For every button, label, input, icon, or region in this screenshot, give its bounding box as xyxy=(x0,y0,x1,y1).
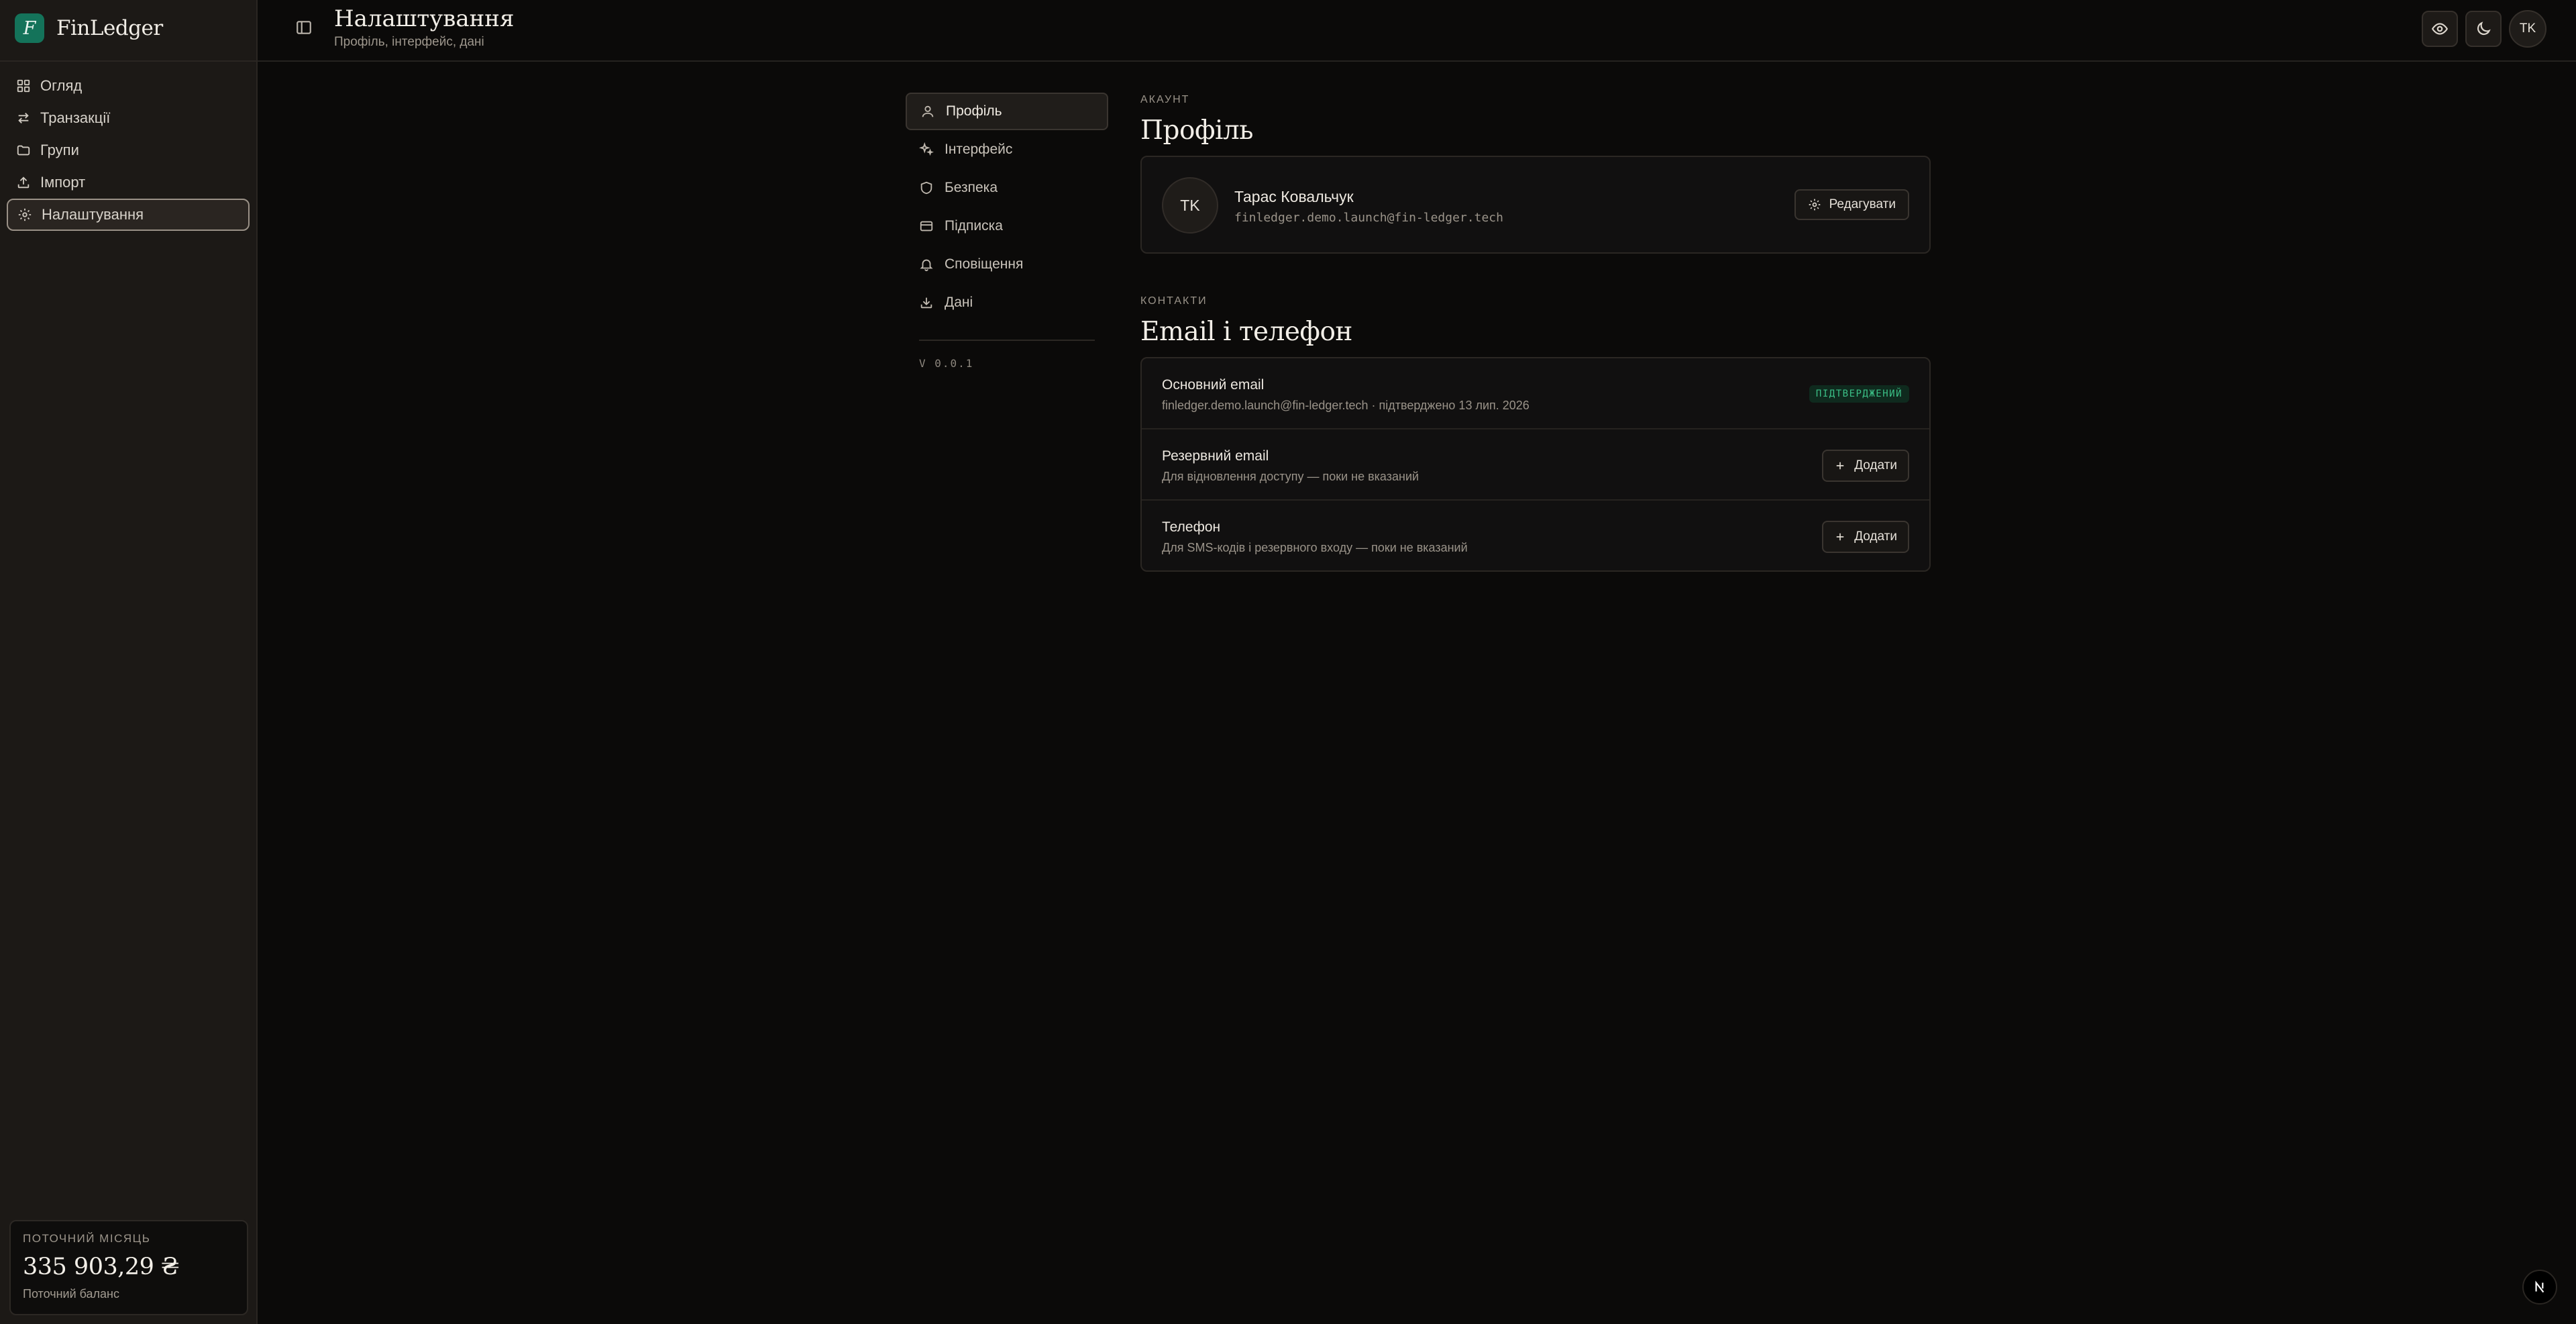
contact-row-backup-email: Резервний email Для відновлення доступу … xyxy=(1142,429,1929,501)
user-icon xyxy=(920,104,935,119)
sidebar-item-import[interactable]: Імпорт xyxy=(7,166,250,199)
balance-caption: ПОТОЧНИЙ МІСЯЦЬ xyxy=(23,1232,151,1245)
add-button-label: Додати xyxy=(1854,458,1897,472)
edit-button-label: Редагувати xyxy=(1829,197,1896,211)
sidebar-nav: Огляд Транзакції Групи Імпорт Налаштуван… xyxy=(7,70,250,231)
page-subtitle: Профіль, інтерфейс, дані xyxy=(334,35,484,49)
sidebar-item-overview[interactable]: Огляд xyxy=(7,70,250,102)
sidebar-item-label: Імпорт xyxy=(40,174,86,191)
settings-tab-label: Безпека xyxy=(945,180,998,195)
settings-tab-security[interactable]: Безпека xyxy=(906,169,1108,207)
download-icon xyxy=(919,295,934,310)
sidebar-item-label: Групи xyxy=(40,142,79,158)
settings-nav-divider xyxy=(919,340,1095,341)
balance-card: ПОТОЧНИЙ МІСЯЦЬ 335 903,29 ₴ Поточний ба… xyxy=(9,1220,248,1315)
add-button-label: Додати xyxy=(1854,529,1897,544)
settings-tab-label: Сповіщення xyxy=(945,256,1024,272)
sidebar-item-groups[interactable]: Групи xyxy=(7,134,250,166)
contacts-section-label: КОНТАКТИ xyxy=(1140,295,1208,307)
brand-logo: F xyxy=(15,13,44,43)
contacts-section-title: Email і телефон xyxy=(1140,317,1352,347)
toggle-visibility-button[interactable] xyxy=(2422,11,2458,47)
sidebar-item-transactions[interactable]: Транзакції xyxy=(7,102,250,134)
settings-tab-subscription[interactable]: Підписка xyxy=(906,207,1108,245)
contact-description: finledger.demo.launch@fin-ledger.tech · … xyxy=(1162,399,1529,412)
sidebar-divider xyxy=(0,60,256,62)
profile-name: Тарас Ковальчук xyxy=(1234,188,1354,205)
plus-icon xyxy=(1834,531,1846,543)
contact-description: Для відновлення доступу — поки не вказан… xyxy=(1162,470,1419,483)
nextjs-dev-indicator-button[interactable] xyxy=(2522,1270,2557,1305)
app-version: V 0.0.1 xyxy=(919,357,974,370)
settings-tab-profile[interactable]: Профіль xyxy=(906,93,1108,130)
sidebar-item-label: Транзакції xyxy=(40,109,111,126)
sidebar-item-label: Налаштування xyxy=(42,206,144,223)
plus-icon xyxy=(1834,460,1846,472)
contact-title: Резервний email xyxy=(1162,448,1269,464)
status-badge: ПІДТВЕРДЖЕНИЙ xyxy=(1809,385,1909,403)
gear-icon xyxy=(1808,198,1821,211)
gear-icon xyxy=(17,207,32,222)
avatar: TK xyxy=(1162,177,1218,234)
contact-title: Телефон xyxy=(1162,519,1221,535)
balance-label: Поточний баланс xyxy=(23,1287,119,1301)
theme-toggle-button[interactable] xyxy=(2465,11,2502,47)
folder-icon xyxy=(16,143,31,158)
page-title: Налаштування xyxy=(334,5,515,32)
sidebar-item-settings[interactable]: Налаштування xyxy=(7,199,250,231)
settings-tab-label: Дані xyxy=(945,295,973,310)
balance-value: 335 903,29 ₴ xyxy=(23,1254,179,1280)
credit-card-icon xyxy=(919,219,934,234)
settings-tab-interface[interactable]: Інтерфейс xyxy=(906,131,1108,168)
sparkles-icon xyxy=(919,142,934,157)
sidebar-toggle-button[interactable] xyxy=(295,19,313,36)
profile-section-label: АКАУНТ xyxy=(1140,94,1190,105)
sidebar-panel-icon xyxy=(295,19,313,36)
arrows-exchange-icon xyxy=(16,111,31,125)
contact-description: Для SMS-кодів і резервного входу — поки … xyxy=(1162,541,1468,554)
profile-section-title: Профіль xyxy=(1140,115,1253,146)
add-backup-email-button[interactable]: Додати xyxy=(1822,450,1909,482)
grid-icon xyxy=(16,79,31,93)
edit-profile-button[interactable]: Редагувати xyxy=(1794,189,1909,220)
brand[interactable]: F FinLedger xyxy=(15,13,163,43)
contact-row-phone: Телефон Для SMS-кодів і резервного входу… xyxy=(1142,501,1929,572)
settings-tab-label: Підписка xyxy=(945,218,1003,234)
nextjs-logo-icon xyxy=(2531,1278,2548,1296)
shield-icon xyxy=(919,181,934,195)
sidebar: F FinLedger Огляд Транзакції Групи Імпор… xyxy=(0,0,258,1324)
settings-nav: Профіль Інтерфейс Безпека Підписка Спові… xyxy=(906,93,1108,370)
contacts-card: Основний email finledger.demo.launch@fin… xyxy=(1140,357,1931,572)
profile-email: finledger.demo.launch@fin-ledger.tech xyxy=(1234,211,1503,225)
moon-icon xyxy=(2475,20,2492,38)
top-header: Налаштування Профіль, інтерфейс, дані TK xyxy=(258,0,2576,62)
sidebar-item-label: Огляд xyxy=(40,77,83,94)
contact-title: Основний email xyxy=(1162,377,1265,393)
eye-icon xyxy=(2431,20,2449,38)
bell-icon xyxy=(919,257,934,272)
add-phone-button[interactable]: Додати xyxy=(1822,521,1909,553)
settings-tab-data[interactable]: Дані xyxy=(906,284,1108,321)
settings-tab-label: Інтерфейс xyxy=(945,142,1013,157)
contact-row-primary-email: Основний email finledger.demo.launch@fin… xyxy=(1142,358,1929,429)
profile-card: TK Тарас Ковальчук finledger.demo.launch… xyxy=(1140,156,1931,254)
settings-tab-notifications[interactable]: Сповіщення xyxy=(906,246,1108,283)
upload-icon xyxy=(16,175,31,190)
user-avatar-button[interactable]: TK xyxy=(2509,10,2546,48)
settings-tab-label: Профіль xyxy=(946,103,1002,119)
brand-name: FinLedger xyxy=(56,16,163,40)
